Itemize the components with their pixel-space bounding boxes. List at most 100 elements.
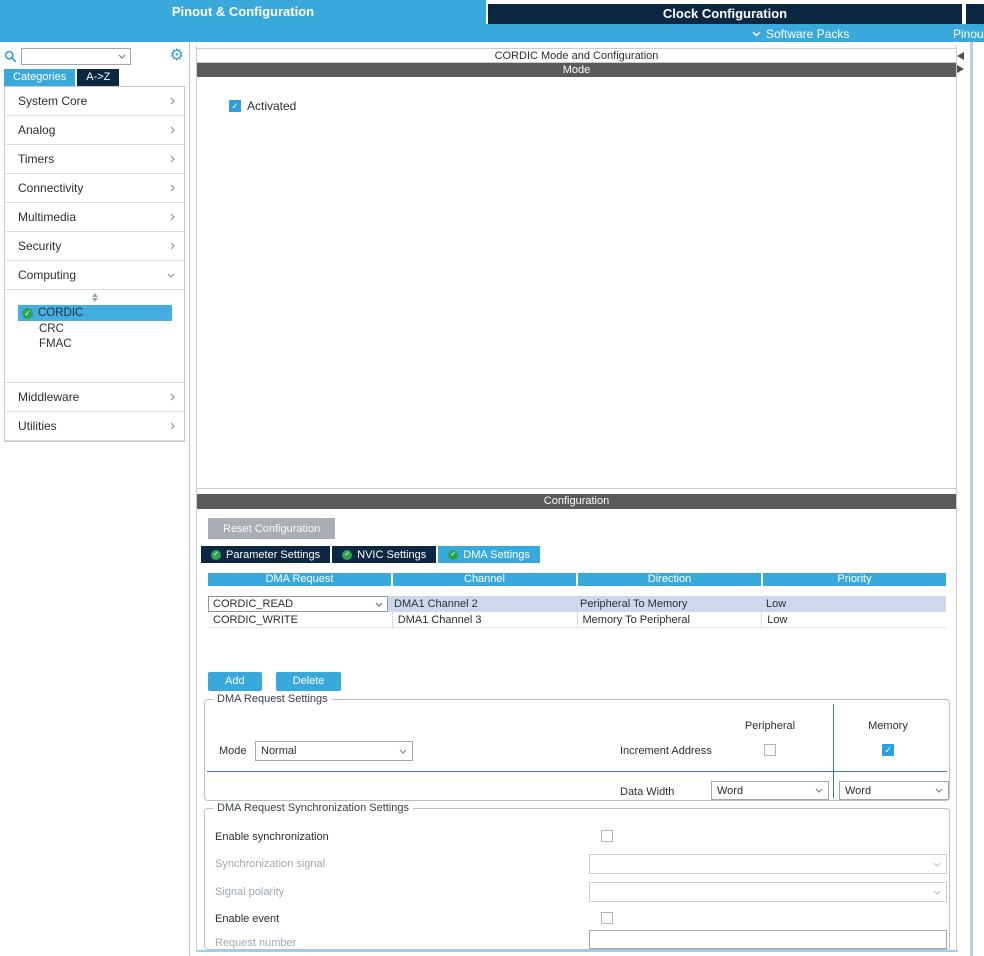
mode-select-value: Normal	[261, 745, 296, 757]
sidebar-item-fmac[interactable]: FMAC	[5, 337, 184, 352]
tab-nvic-settings[interactable]: NVIC Settings	[332, 546, 436, 563]
table-cell: Low	[761, 612, 946, 627]
toolbar-subbar: Software Packs Pinout	[0, 24, 984, 42]
tab-parameter-settings[interactable]: Parameter Settings	[201, 546, 330, 563]
sidebar-item-crc[interactable]: CRC	[5, 322, 184, 337]
table-cell: CORDIC_WRITE	[208, 612, 392, 627]
enable-event-checkbox[interactable]	[601, 912, 613, 924]
tab-label: DMA Settings	[463, 549, 530, 561]
table-header-row: DMA Request Channel Direction Priority	[208, 573, 946, 586]
sidebar-item-utilities[interactable]: Utilities	[5, 412, 184, 441]
sidebar-item-label: Timers	[18, 152, 54, 166]
tab-dma-settings[interactable]: DMA Settings	[438, 546, 540, 563]
delete-button[interactable]: Delete	[276, 672, 342, 691]
col-dma-request[interactable]: DMA Request	[208, 573, 391, 586]
sidebar-item-multimedia[interactable]: Multimedia	[5, 203, 184, 232]
sidebar-item-label: Analog	[18, 123, 55, 137]
tab-label: Parameter Settings	[226, 549, 320, 561]
table-row[interactable]: CORDIC_WRITE DMA1 Channel 3 Memory To Pe…	[208, 612, 946, 628]
select-value: Word	[717, 785, 743, 797]
sidebar-item-cordic[interactable]: CORDIC	[18, 305, 172, 321]
sidebar-item-connectivity[interactable]: Connectivity	[5, 174, 184, 203]
table-cell: DMA1 Channel 2	[388, 596, 574, 612]
pinout-dropdown-label: Pinout	[953, 27, 984, 41]
chevron-right-icon	[170, 422, 175, 430]
peripheral-column-label: Peripheral	[725, 720, 815, 732]
col-channel[interactable]: Channel	[393, 573, 576, 586]
enable-sync-checkbox[interactable]	[601, 830, 613, 842]
chevron-right-icon	[170, 242, 175, 250]
mode-select[interactable]: Normal	[255, 741, 413, 761]
sync-signal-label: Synchronization signal	[215, 858, 325, 870]
activated-label: Activated	[247, 99, 296, 113]
reset-configuration-button[interactable]: Reset Configuration	[208, 518, 335, 539]
sidebar-item-system-core[interactable]: System Core	[5, 87, 184, 116]
col-direction[interactable]: Direction	[578, 573, 761, 586]
col-priority[interactable]: Priority	[763, 573, 946, 586]
table-cell: DMA1 Channel 3	[392, 612, 577, 627]
tab-pinout-configuration[interactable]: Pinout & Configuration	[0, 0, 486, 24]
sidebar-tabs: Categories A->Z	[4, 69, 119, 86]
sidebar-item-label: Security	[18, 239, 61, 253]
tab-clock-configuration[interactable]: Clock Configuration	[488, 4, 962, 24]
group-legend: DMA Request Settings	[213, 693, 332, 705]
table-cell: Memory To Peripheral	[577, 612, 762, 627]
signal-polarity-label: Signal polarity	[215, 886, 284, 898]
search-icon	[4, 50, 17, 63]
computing-submenu: CORDIC CRC FMAC	[5, 290, 184, 383]
chevron-down-icon[interactable]	[118, 54, 126, 59]
software-packs-label: Software Packs	[766, 27, 849, 41]
tab-a-to-z[interactable]: A->Z	[77, 69, 119, 86]
tab-categories[interactable]: Categories	[4, 69, 75, 86]
peripheral-data-width-select[interactable]: Word	[711, 781, 829, 800]
sidebar-item-timers[interactable]: Timers	[5, 145, 184, 174]
collapse-right-icon[interactable]	[957, 65, 964, 73]
dma-request-select[interactable]: CORDIC_READ	[208, 596, 388, 612]
memory-increment-checkbox[interactable]	[882, 744, 894, 756]
sort-spinner-icon[interactable]	[90, 293, 100, 302]
enable-event-label: Enable event	[215, 913, 279, 925]
right-panel-edge[interactable]	[970, 42, 973, 956]
panel-collapse-control[interactable]	[957, 52, 964, 73]
request-number-label: Request number	[215, 937, 296, 949]
check-circle-icon	[342, 550, 352, 560]
memory-data-width-select[interactable]: Word	[839, 781, 949, 800]
request-number-input[interactable]	[589, 930, 947, 949]
peripheral-increment-checkbox[interactable]	[764, 744, 776, 756]
sidebar-item-label: Connectivity	[18, 181, 83, 195]
mode-section: Activated	[197, 77, 956, 489]
table-row[interactable]: CORDIC_READ DMA1 Channel 2 Peripheral To…	[208, 596, 946, 612]
table-cell: Low	[760, 596, 946, 612]
sidebar-item-label: CORDIC	[38, 305, 83, 321]
enable-sync-label: Enable synchronization	[215, 831, 329, 843]
configuration-section: Reset Configuration Parameter Settings N…	[197, 509, 956, 950]
activated-row: Activated	[197, 77, 956, 113]
table-cell: CORDIC_READ	[208, 596, 388, 612]
dma-request-settings-group: DMA Request Settings Peripheral Memory M…	[204, 699, 950, 801]
sidebar-item-analog[interactable]: Analog	[5, 116, 184, 145]
activated-checkbox[interactable]	[229, 100, 241, 112]
search-input[interactable]	[22, 50, 118, 63]
software-packs-dropdown[interactable]: Software Packs	[752, 26, 849, 41]
chevron-right-icon	[170, 126, 175, 134]
pinout-dropdown[interactable]: Pinout	[948, 26, 984, 41]
tab-label: NVIC Settings	[357, 549, 426, 561]
collapse-left-icon[interactable]	[957, 52, 964, 60]
chevron-right-icon	[170, 155, 175, 163]
sidebar-item-computing[interactable]: Computing	[5, 261, 184, 290]
table-actions: Add Delete	[208, 672, 956, 691]
dma-requests-table: DMA Request Channel Direction Priority C…	[208, 573, 946, 628]
add-button[interactable]: Add	[208, 672, 262, 691]
sidebar-item-label: Multimedia	[18, 210, 76, 224]
search-combobox[interactable]	[21, 48, 131, 65]
mode-section-header: Mode	[197, 63, 956, 77]
chevron-down-icon	[167, 273, 175, 278]
group-legend: DMA Request Synchronization Settings	[213, 802, 413, 814]
sync-signal-select[interactable]	[589, 854, 947, 874]
gear-icon[interactable]: ⚙	[170, 48, 184, 64]
sidebar-item-label: FMAC	[39, 338, 72, 350]
sidebar-item-security[interactable]: Security	[5, 232, 184, 261]
signal-polarity-select[interactable]	[589, 882, 947, 902]
tab-partial-right[interactable]	[966, 4, 984, 24]
sidebar-item-middleware[interactable]: Middleware	[5, 383, 184, 412]
